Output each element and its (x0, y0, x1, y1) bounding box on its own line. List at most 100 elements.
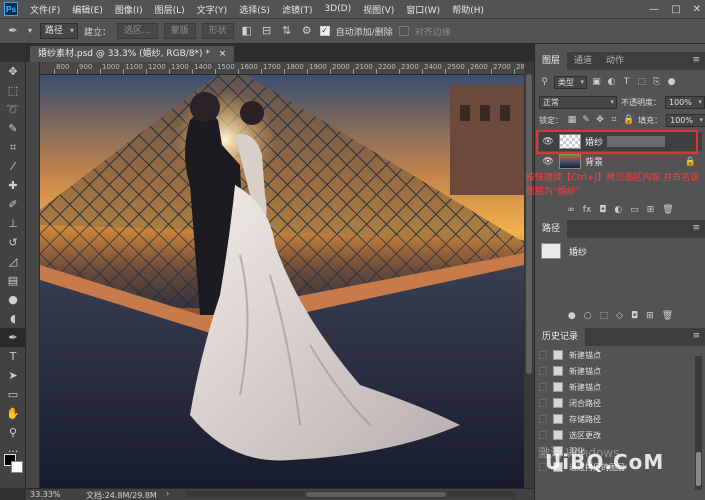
fill-path-icon[interactable]: ● (568, 311, 576, 321)
pen-tool-icon[interactable]: ✒ (0, 328, 26, 347)
fx-icon[interactable]: fx (583, 205, 592, 215)
path-row[interactable]: 婚纱 (539, 240, 702, 262)
history-scroll-thumb[interactable] (696, 452, 701, 486)
add-mask-icon[interactable]: ◘ (631, 311, 638, 321)
history-item[interactable]: 新建锚点 (539, 364, 690, 378)
close-button[interactable]: ✕ (693, 4, 701, 15)
adjustment-filter-icon[interactable]: ◐ (606, 77, 617, 88)
menu-3d[interactable]: 3D(D) (318, 4, 357, 14)
menu-filter[interactable]: 滤镜(T) (276, 3, 319, 16)
path-selection-tool-icon[interactable]: ➤ (0, 366, 26, 385)
lock-pixels-icon[interactable]: ✎ (581, 115, 591, 126)
history-brush-source-box[interactable] (539, 415, 547, 423)
zoom-tool-icon[interactable]: ⚲ (0, 423, 26, 442)
history-item[interactable]: 新建锚点 (539, 380, 690, 394)
healing-brush-tool-icon[interactable]: ✚ (0, 176, 26, 195)
history-brush-source-box[interactable] (539, 383, 547, 391)
link-layers-icon[interactable]: ∞ (567, 205, 575, 215)
history-brush-source-box[interactable] (539, 431, 547, 439)
lock-artboard-icon[interactable]: ⌗ (609, 115, 619, 126)
brush-tool-icon[interactable]: ✐ (0, 195, 26, 214)
status-menu-arrow-icon[interactable]: › (166, 489, 169, 498)
document-canvas[interactable] (40, 75, 524, 488)
menu-help[interactable]: 帮助(H) (446, 3, 490, 16)
history-item[interactable]: 闭合路径 (539, 396, 690, 410)
document-tab-close-icon[interactable]: × (219, 49, 227, 59)
menu-type[interactable]: 文字(Y) (191, 3, 234, 16)
path-name[interactable]: 婚纱 (569, 245, 587, 258)
pen-mode-select[interactable]: 路径 (40, 23, 79, 39)
path-arrange-icon[interactable]: ⇅ (280, 24, 294, 38)
lock-transparency-icon[interactable]: ▦ (567, 115, 577, 126)
pen-tool-icon[interactable]: ✒ (6, 24, 20, 38)
gradient-tool-icon[interactable]: ▤ (0, 271, 26, 290)
marquee-tool-icon[interactable]: ⬚ (0, 81, 26, 100)
panel-menu-icon[interactable]: ≡ (692, 55, 700, 65)
hand-tool-icon[interactable]: ✋ (0, 404, 26, 423)
menu-layer[interactable]: 图层(L) (149, 3, 191, 16)
make-selection-button[interactable]: 选区... (117, 23, 158, 39)
color-swatches[interactable] (4, 454, 24, 476)
path-to-selection-icon[interactable]: ⬚ (600, 311, 609, 321)
vertical-scroll-thumb[interactable] (526, 74, 532, 374)
selection-to-path-icon[interactable]: ◇ (616, 311, 623, 321)
shape-filter-icon[interactable]: ⬚ (636, 77, 647, 88)
history-item[interactable]: 选区更改 (539, 428, 690, 442)
tab-history[interactable]: 历史记录 (535, 328, 586, 346)
new-layer-icon[interactable]: ⊞ (647, 205, 655, 215)
eraser-tool-icon[interactable]: ◿ (0, 252, 26, 271)
lasso-tool-icon[interactable]: ➰ (0, 100, 26, 119)
type-filter-icon[interactable]: T (621, 77, 632, 88)
menu-window[interactable]: 窗口(W) (400, 3, 446, 16)
history-item[interactable]: 存储路径 (539, 412, 690, 426)
horizontal-scrollbar[interactable] (186, 491, 516, 498)
tab-channels[interactable]: 通道 (567, 52, 599, 70)
maximize-button[interactable]: □ (671, 4, 680, 15)
tab-layers[interactable]: 图层 (535, 52, 568, 70)
quick-select-tool-icon[interactable]: ✎ (0, 119, 26, 138)
tab-paths[interactable]: 路径 (535, 220, 568, 238)
panel-menu-icon[interactable]: ≡ (692, 331, 700, 341)
panel-menu-icon[interactable]: ≡ (692, 223, 700, 233)
lock-position-icon[interactable]: ✥ (595, 115, 605, 126)
auto-add-delete-checkbox[interactable]: ✓ (319, 26, 330, 36)
history-brush-source-box[interactable] (539, 367, 547, 375)
layer-name[interactable]: 背景 (585, 155, 603, 168)
crop-tool-icon[interactable]: ⌗ (0, 138, 26, 157)
menu-select[interactable]: 选择(S) (233, 3, 276, 16)
add-mask-icon[interactable]: ◘ (599, 205, 606, 215)
filter-toggle-icon[interactable]: ● (666, 77, 677, 88)
layer-row-background[interactable]: 👁 背景 🔒 (539, 152, 702, 171)
history-item[interactable]: 新建锚点 (539, 348, 690, 362)
eyedropper-tool-icon[interactable]: ⁄ (0, 157, 26, 176)
make-shape-button[interactable]: 形状 (201, 23, 234, 39)
eye-icon[interactable]: 👁 (541, 157, 555, 167)
trash-icon[interactable]: 🗑 (662, 205, 673, 215)
vertical-scrollbar[interactable] (524, 62, 534, 488)
blur-tool-icon[interactable]: ● (0, 290, 26, 309)
move-tool-icon[interactable]: ✥ (0, 62, 26, 81)
history-scrollbar[interactable] (695, 356, 702, 490)
make-mask-button[interactable]: 蒙版 (163, 23, 196, 39)
history-brush-source-box[interactable] (539, 351, 547, 359)
path-alignment-icon[interactable]: ⊟ (260, 24, 274, 38)
history-brush-source-box[interactable] (539, 399, 547, 407)
document-tab[interactable]: 婚纱素材.psd @ 33.3% (婚纱, RGB/8*) * × (30, 46, 235, 62)
opacity-field[interactable]: 100% (665, 96, 705, 109)
pixel-filter-icon[interactable]: ▣ (591, 77, 602, 88)
stroke-path-icon[interactable]: ○ (584, 311, 592, 321)
history-brush-tool-icon[interactable]: ↺ (0, 233, 26, 252)
adjustment-layer-icon[interactable]: ◐ (614, 205, 622, 215)
menu-file[interactable]: 文件(F) (24, 3, 66, 16)
path-operations-icon[interactable]: ◧ (240, 24, 254, 38)
new-group-icon[interactable]: ▭ (630, 205, 639, 215)
menu-image[interactable]: 图像(I) (109, 3, 149, 16)
menu-edit[interactable]: 编辑(E) (66, 3, 109, 16)
trash-icon[interactable]: 🗑 (662, 311, 673, 321)
type-tool-icon[interactable]: T (0, 347, 26, 366)
align-edges-checkbox[interactable] (398, 26, 409, 36)
clone-stamp-tool-icon[interactable]: ⊥ (0, 214, 26, 233)
menu-view[interactable]: 视图(V) (357, 3, 400, 16)
background-color-swatch[interactable] (11, 461, 23, 473)
smart-object-filter-icon[interactable]: ⎘ (651, 77, 662, 88)
